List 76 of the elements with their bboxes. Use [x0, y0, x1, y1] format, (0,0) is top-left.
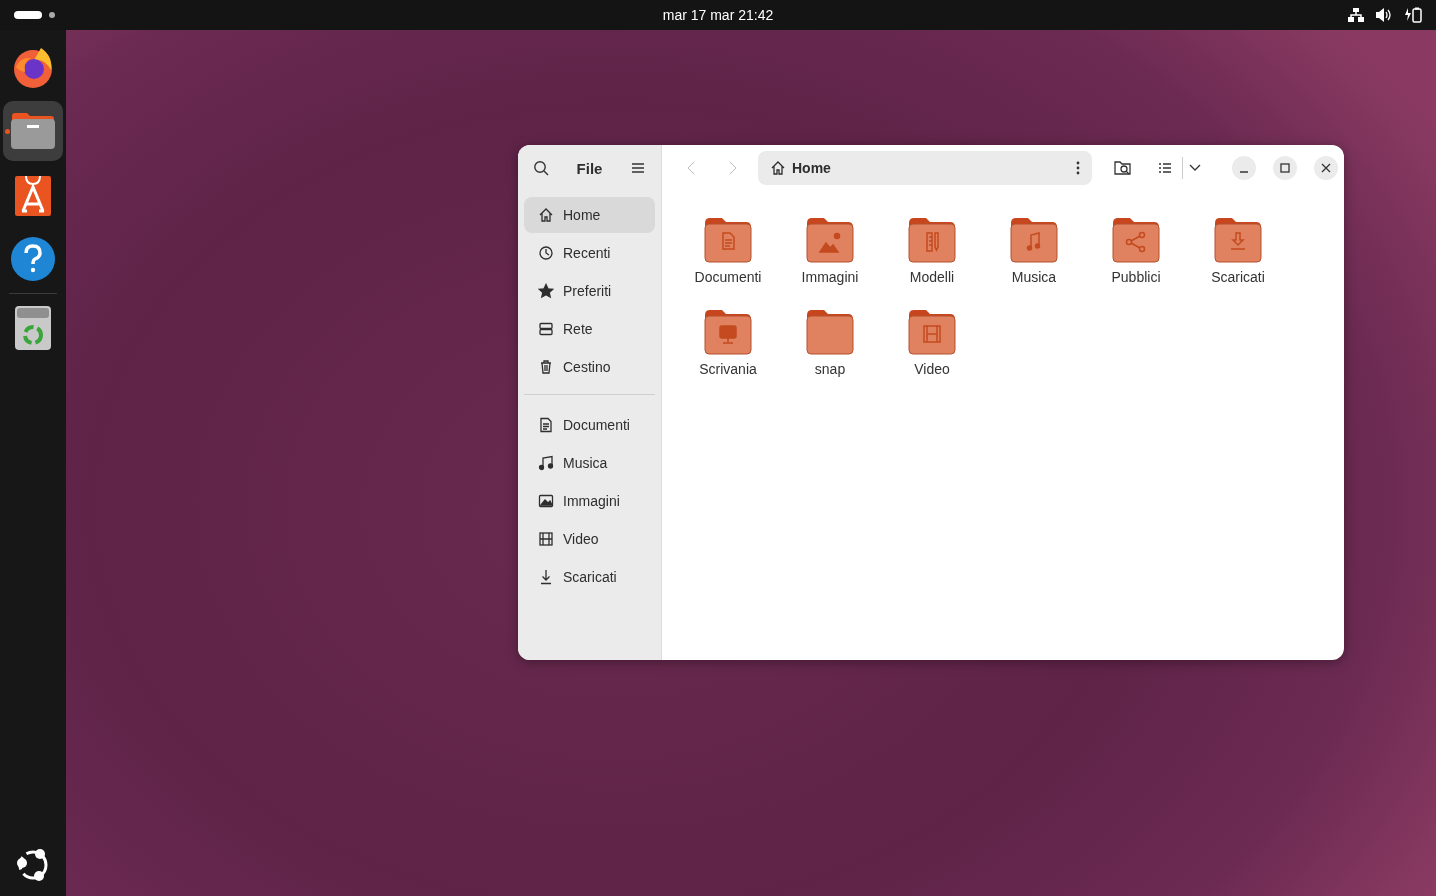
path-bar[interactable]: Home	[758, 151, 1092, 185]
sidebar-item[interactable]: Documenti	[524, 407, 655, 443]
sidebar-item[interactable]: Cestino	[524, 349, 655, 385]
chevron-down-icon	[1189, 164, 1201, 172]
close-icon	[1321, 163, 1331, 173]
sidebar-item[interactable]: Home	[524, 197, 655, 233]
home-icon	[538, 207, 554, 223]
folder-item[interactable]: Pubblici	[1085, 217, 1187, 301]
folder-download-icon	[1214, 217, 1262, 263]
folder-item[interactable]: Scaricati	[1187, 217, 1289, 301]
maximize-icon	[1280, 163, 1290, 173]
path-label: Home	[792, 160, 831, 176]
maximize-button[interactable]	[1273, 156, 1297, 180]
folder-item[interactable]: Modelli	[881, 217, 983, 301]
folder-name: Musica	[1011, 269, 1057, 285]
folder-image-icon	[806, 217, 854, 263]
folder-video-icon	[908, 309, 956, 355]
folder-share-icon	[1112, 217, 1160, 263]
music-icon	[538, 455, 554, 471]
folder-name: Documenti	[694, 269, 762, 285]
folder-search-icon	[1114, 160, 1132, 176]
sidebar-item[interactable]: Video	[524, 521, 655, 557]
trash-icon	[14, 305, 52, 351]
more-options-icon[interactable]	[1076, 161, 1080, 175]
sidebar-item[interactable]: Musica	[524, 445, 655, 481]
folder-name: Scrivania	[699, 361, 757, 377]
help-icon	[10, 236, 56, 282]
home-icon	[770, 160, 786, 176]
dock-item[interactable]	[3, 101, 63, 161]
folder-item[interactable]: Video	[881, 309, 983, 393]
sidebar-item[interactable]: Recenti	[524, 235, 655, 271]
folder-icon	[10, 112, 56, 150]
minimize-button[interactable]	[1232, 156, 1256, 180]
network-icon[interactable]	[1348, 8, 1364, 22]
menu-icon	[631, 162, 645, 174]
minimize-icon	[1239, 170, 1249, 173]
search-icon	[533, 160, 549, 176]
folder-document-icon	[704, 217, 752, 263]
chevron-right-icon	[729, 161, 737, 175]
folder-item[interactable]: snap	[779, 309, 881, 393]
folder-name: Modelli	[909, 269, 955, 285]
folder-item[interactable]: Documenti	[677, 217, 779, 301]
folder-name: Video	[914, 361, 950, 377]
folder-name: Pubblici	[1111, 269, 1161, 285]
recent-icon	[538, 245, 554, 261]
volume-icon[interactable]	[1376, 8, 1392, 22]
folder-template-icon	[908, 217, 956, 263]
list-icon	[1158, 162, 1172, 174]
folder-item[interactable]: Musica	[983, 217, 1085, 301]
folder-name: Immagini	[801, 269, 859, 285]
close-button[interactable]	[1314, 156, 1338, 180]
window-title: File	[576, 159, 603, 177]
browser-icon	[11, 45, 55, 89]
star-icon	[538, 283, 554, 299]
folder-icon	[806, 309, 854, 355]
image-icon	[538, 493, 554, 509]
folder-name: snap	[814, 361, 846, 377]
trash-icon	[538, 359, 554, 375]
chevron-left-icon	[687, 161, 695, 175]
sidebar-item[interactable]: Immagini	[524, 483, 655, 519]
store-icon	[14, 174, 52, 216]
video-icon	[538, 531, 554, 547]
network-icon	[538, 321, 554, 337]
sidebar-item[interactable]: Preferiti	[524, 273, 655, 309]
clock[interactable]: mar 17 mar 21:42	[662, 7, 774, 23]
folder-music-icon	[1010, 217, 1058, 263]
document-icon	[538, 417, 554, 433]
folder-item[interactable]: Immagini	[779, 217, 881, 301]
workspace-indicator-icon[interactable]	[14, 10, 56, 20]
sidebar-item[interactable]: Scaricati	[524, 559, 655, 595]
battery-icon[interactable]	[1404, 7, 1422, 23]
folder-name: Scaricati	[1211, 269, 1265, 285]
folder-item[interactable]: Scrivania	[677, 309, 779, 393]
download-icon	[538, 569, 554, 585]
folder-desktop-icon	[704, 309, 752, 355]
sidebar-item[interactable]: Rete	[524, 311, 655, 347]
